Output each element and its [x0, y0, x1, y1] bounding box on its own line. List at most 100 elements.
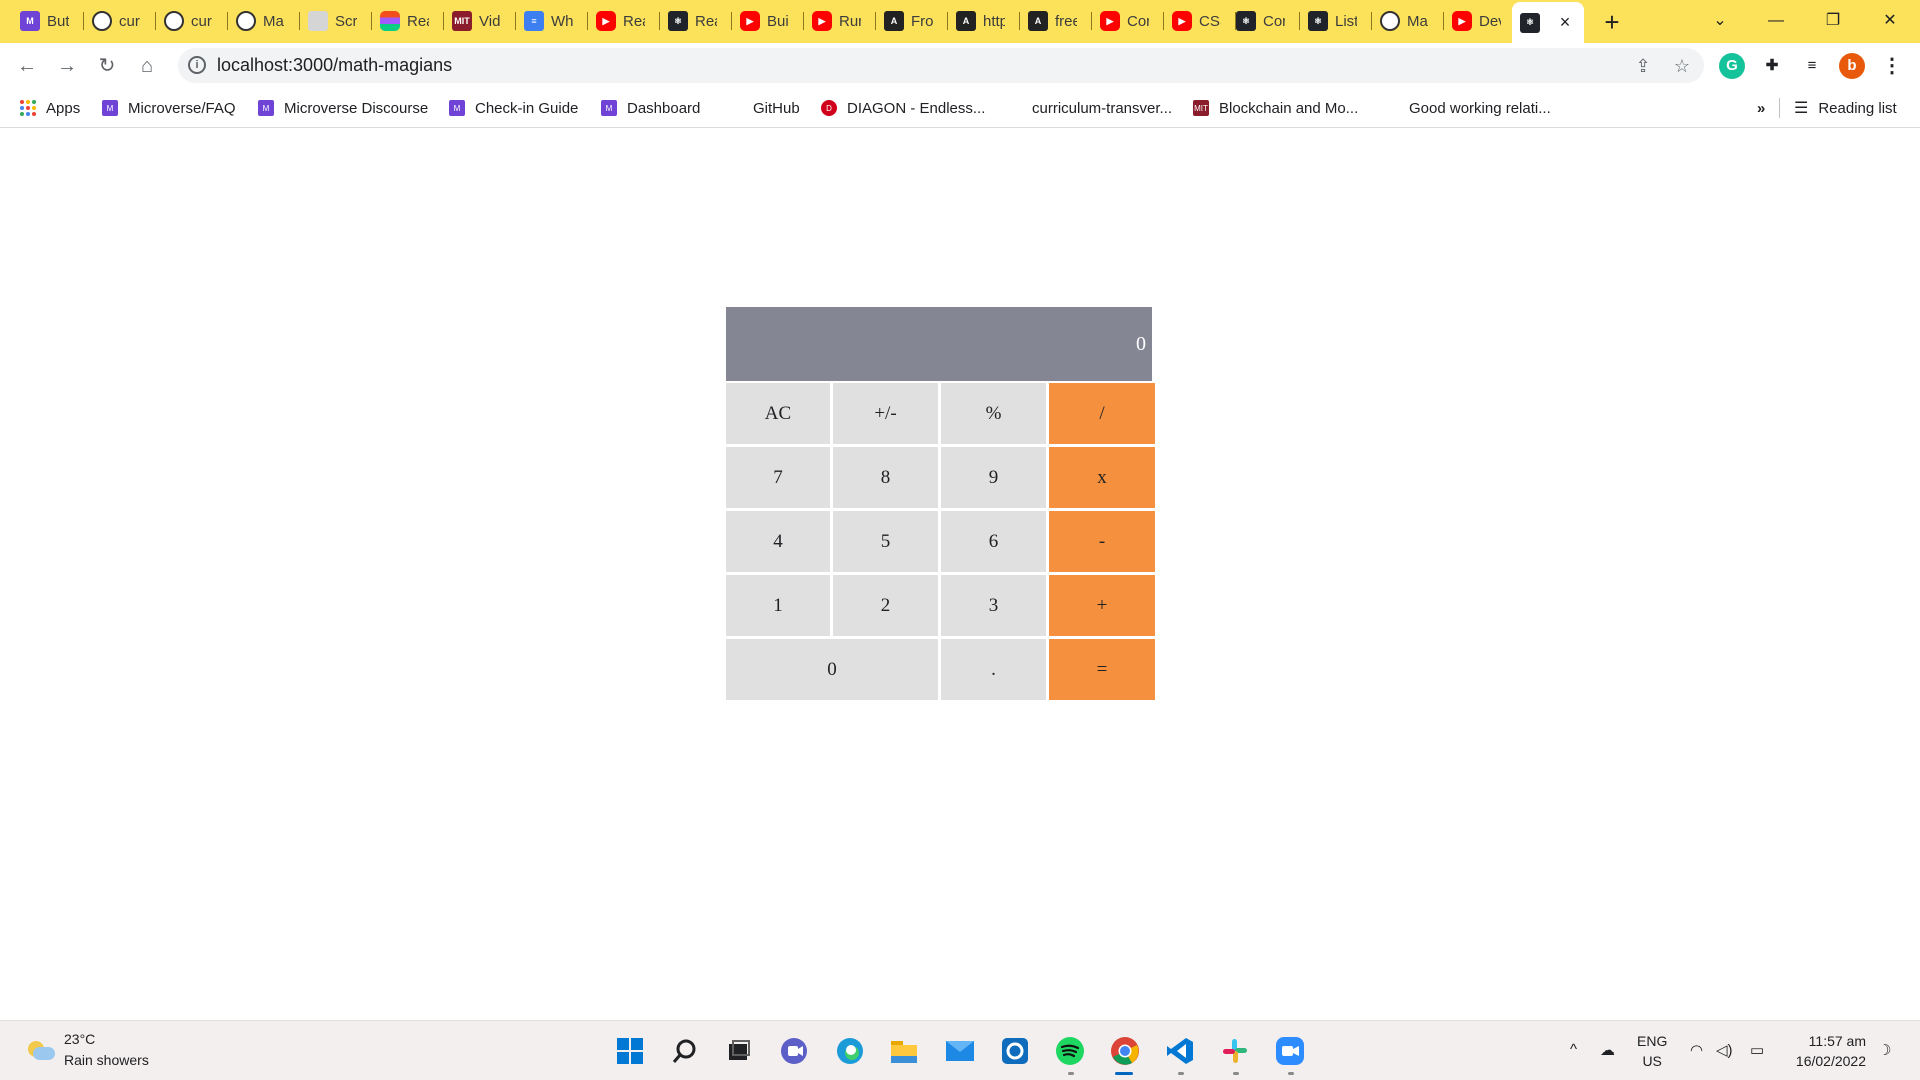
tab[interactable]: cur	[84, 6, 156, 36]
zoom-icon[interactable]	[1274, 1035, 1306, 1067]
menu-kebab-icon[interactable]: ⋮	[1879, 53, 1905, 79]
tab[interactable]: ⚛ List	[1300, 6, 1372, 36]
add-button[interactable]: +	[1049, 575, 1155, 636]
tab[interactable]: Ma	[1372, 6, 1444, 36]
tab[interactable]: A http	[948, 6, 1020, 36]
multiply-button[interactable]: x	[1049, 447, 1155, 508]
bookmark-item[interactable]: curriculum-transver...	[1032, 96, 1172, 120]
divide-button[interactable]: /	[1049, 383, 1155, 444]
bookmark-item[interactable]: M Microverse Discourse	[258, 96, 428, 120]
bookmark-item[interactable]: MIT Blockchain and Mo...	[1193, 96, 1358, 120]
clear-button[interactable]: AC	[726, 383, 830, 444]
search-icon[interactable]	[669, 1035, 701, 1067]
tab[interactable]: ▶ CSS	[1164, 6, 1236, 36]
digit-8-button[interactable]: 8	[833, 447, 938, 508]
digit-3-button[interactable]: 3	[941, 575, 1046, 636]
bookmark-item[interactable]: M Microverse/FAQ	[102, 96, 236, 120]
file-explorer-icon[interactable]	[888, 1035, 920, 1067]
digit-6-button[interactable]: 6	[941, 511, 1046, 572]
bookmark-label: Apps	[46, 99, 81, 117]
bookmark-item[interactable]: Good working relati...	[1409, 96, 1551, 120]
percent-button[interactable]: %	[941, 383, 1046, 444]
tab[interactable]: ≡ Wh	[516, 6, 588, 36]
back-arrow-icon[interactable]: ←	[12, 51, 42, 81]
reading-list-button[interactable]: ☰ Reading list	[1794, 96, 1897, 120]
digit-9-button[interactable]: 9	[941, 447, 1046, 508]
chat-icon[interactable]	[778, 1035, 810, 1067]
tab-search-icon[interactable]: ⌄	[1700, 6, 1740, 36]
tab[interactable]: ▶ Bui	[732, 6, 804, 36]
volume-icon[interactable]: ◁)	[1716, 1041, 1733, 1059]
close-window-button[interactable]: ✕	[1870, 6, 1910, 36]
grammarly-icon[interactable]: G	[1719, 53, 1745, 79]
react-icon: ⚛	[668, 11, 688, 31]
notification-moon-icon[interactable]: ☽	[1878, 1041, 1891, 1059]
bookmark-apps[interactable]: Apps	[20, 96, 80, 120]
store-icon[interactable]	[999, 1035, 1031, 1067]
address-text[interactable]: localhost:3000/math-magians	[217, 55, 452, 76]
close-tab-icon[interactable]: ×	[1553, 10, 1577, 34]
weather-description[interactable]: Rain showers	[64, 1052, 149, 1068]
digit-7-button[interactable]: 7	[726, 447, 830, 508]
tab[interactable]: A Fro	[876, 6, 948, 36]
tab[interactable]: M But	[12, 6, 84, 36]
tab[interactable]: ⚛ Rea	[660, 6, 732, 36]
weather-temperature[interactable]: 23°C	[64, 1031, 95, 1047]
media-control-icon[interactable]: ≡	[1799, 53, 1825, 79]
tab[interactable]: ▶ Rur	[804, 6, 876, 36]
input-language[interactable]: ENG US	[1637, 1031, 1667, 1071]
bookmark-item[interactable]: M Dashboard	[601, 96, 700, 120]
chrome-icon[interactable]	[1109, 1035, 1141, 1067]
digit-5-button[interactable]: 5	[833, 511, 938, 572]
slack-icon[interactable]	[1219, 1035, 1251, 1067]
new-tab-button[interactable]: +	[1598, 8, 1626, 36]
tab[interactable]: ▶ Rea	[588, 6, 660, 36]
task-view-icon[interactable]	[723, 1035, 755, 1067]
subtract-button[interactable]: -	[1049, 511, 1155, 572]
edge-browser-icon[interactable]	[834, 1035, 866, 1067]
equals-button[interactable]: =	[1049, 639, 1155, 700]
clock[interactable]: 11:57 am 16/02/2022	[1786, 1031, 1866, 1071]
toggle-sign-button[interactable]: +/-	[833, 383, 938, 444]
vscode-icon[interactable]	[1164, 1035, 1196, 1067]
home-icon[interactable]: ⌂	[132, 51, 162, 81]
mail-icon[interactable]	[944, 1035, 976, 1067]
clock-date: 16/02/2022	[1795, 1053, 1866, 1069]
bookmark-item[interactable]: D DIAGON - Endless...	[821, 96, 985, 120]
forward-arrow-icon[interactable]: →	[52, 51, 82, 81]
digit-2-button[interactable]: 2	[833, 575, 938, 636]
spotify-icon[interactable]	[1054, 1035, 1086, 1067]
wifi-icon[interactable]: ◠	[1690, 1041, 1703, 1059]
share-icon[interactable]: ⇪	[1631, 54, 1655, 78]
bookmark-item[interactable]: M Check-in Guide	[449, 96, 578, 120]
tab[interactable]: ▶ Dev	[1444, 6, 1512, 36]
bookmark-star-icon[interactable]: ☆	[1670, 54, 1694, 78]
tab[interactable]: Scr	[300, 6, 372, 36]
tab[interactable]: Rea	[372, 6, 444, 36]
tab[interactable]: ⚛ Cor	[1228, 6, 1300, 36]
show-hidden-icons-chevron-icon[interactable]: ^	[1570, 1041, 1577, 1058]
tab[interactable]: Ma	[228, 6, 300, 36]
reading-list-label: Reading list	[1818, 99, 1897, 117]
site-info-icon[interactable]: i	[188, 56, 206, 74]
reload-icon[interactable]: ↻	[92, 51, 122, 81]
tab[interactable]: ▶ Cor	[1092, 6, 1164, 36]
extensions-puzzle-icon[interactable]: ✚	[1759, 53, 1785, 79]
battery-icon[interactable]: ▭	[1750, 1041, 1764, 1059]
bookmarks-overflow-icon[interactable]: »	[1757, 96, 1765, 120]
digit-0-button[interactable]: 0	[726, 639, 938, 700]
bookmark-item[interactable]: GitHub	[753, 96, 800, 120]
digit-1-button[interactable]: 1	[726, 575, 830, 636]
profile-avatar[interactable]: b	[1839, 53, 1865, 79]
digit-4-button[interactable]: 4	[726, 511, 830, 572]
tab[interactable]: cur	[156, 6, 228, 36]
onedrive-cloud-icon[interactable]: ☁	[1600, 1041, 1615, 1059]
minimize-button[interactable]: —	[1756, 6, 1796, 36]
tab[interactable]: A free	[1020, 6, 1092, 36]
windows-start-icon[interactable]	[614, 1035, 646, 1067]
tab[interactable]: MIT Vid	[444, 6, 516, 36]
address-bar[interactable]: i localhost:3000/math-magians ⇪ ☆	[178, 48, 1704, 83]
weather-rain-icon[interactable]	[26, 1039, 56, 1063]
restore-button[interactable]: ❐	[1813, 6, 1853, 36]
decimal-button[interactable]: .	[941, 639, 1046, 700]
